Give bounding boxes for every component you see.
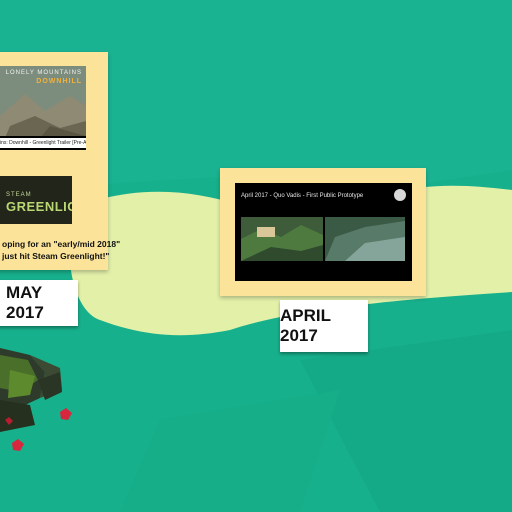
game-screenshot-left-icon	[241, 217, 323, 261]
note-line-2: just hit Steam Greenlight!"	[2, 251, 110, 261]
steam-small-label: STEAM	[6, 192, 32, 198]
video-thumbnail-lonely-mountains[interactable]: LONELY MOUNTAINS DOWNHILL ins: Downhill …	[0, 66, 86, 150]
game-title-line1: LONELY MOUNTAINS	[5, 70, 82, 76]
timeline-card-may-2017: LONELY MOUNTAINS DOWNHILL ins: Downhill …	[0, 52, 121, 270]
date-tag-may-2017: MAY 2017	[0, 280, 78, 326]
game-title-line2: DOWNHILL	[36, 78, 82, 85]
note-line-1: oping for an "early/mid 2018"	[2, 239, 121, 249]
date-label: APRIL 2017	[280, 306, 331, 345]
channel-avatar[interactable]	[394, 189, 406, 201]
video-title: April 2017 - Quo Vadis - First Public Pr…	[241, 193, 364, 199]
game-screenshot-right-icon	[325, 217, 405, 261]
video-caption: ins: Downhill - Greenlight Trailer [Pre-…	[0, 138, 86, 148]
timeline-card-april-2017: April 2017 - Quo Vadis - First Public Pr…	[220, 168, 426, 296]
date-label: MAY 2017	[6, 283, 44, 322]
date-tag-april-2017: APRIL 2017	[280, 300, 368, 352]
steam-greenlight-banner[interactable]: STEAM GREENLIGHT	[0, 176, 72, 224]
steam-greenlight-label: GREENLIGHT	[6, 199, 72, 214]
video-player-april-2017[interactable]: April 2017 - Quo Vadis - First Public Pr…	[235, 183, 412, 281]
